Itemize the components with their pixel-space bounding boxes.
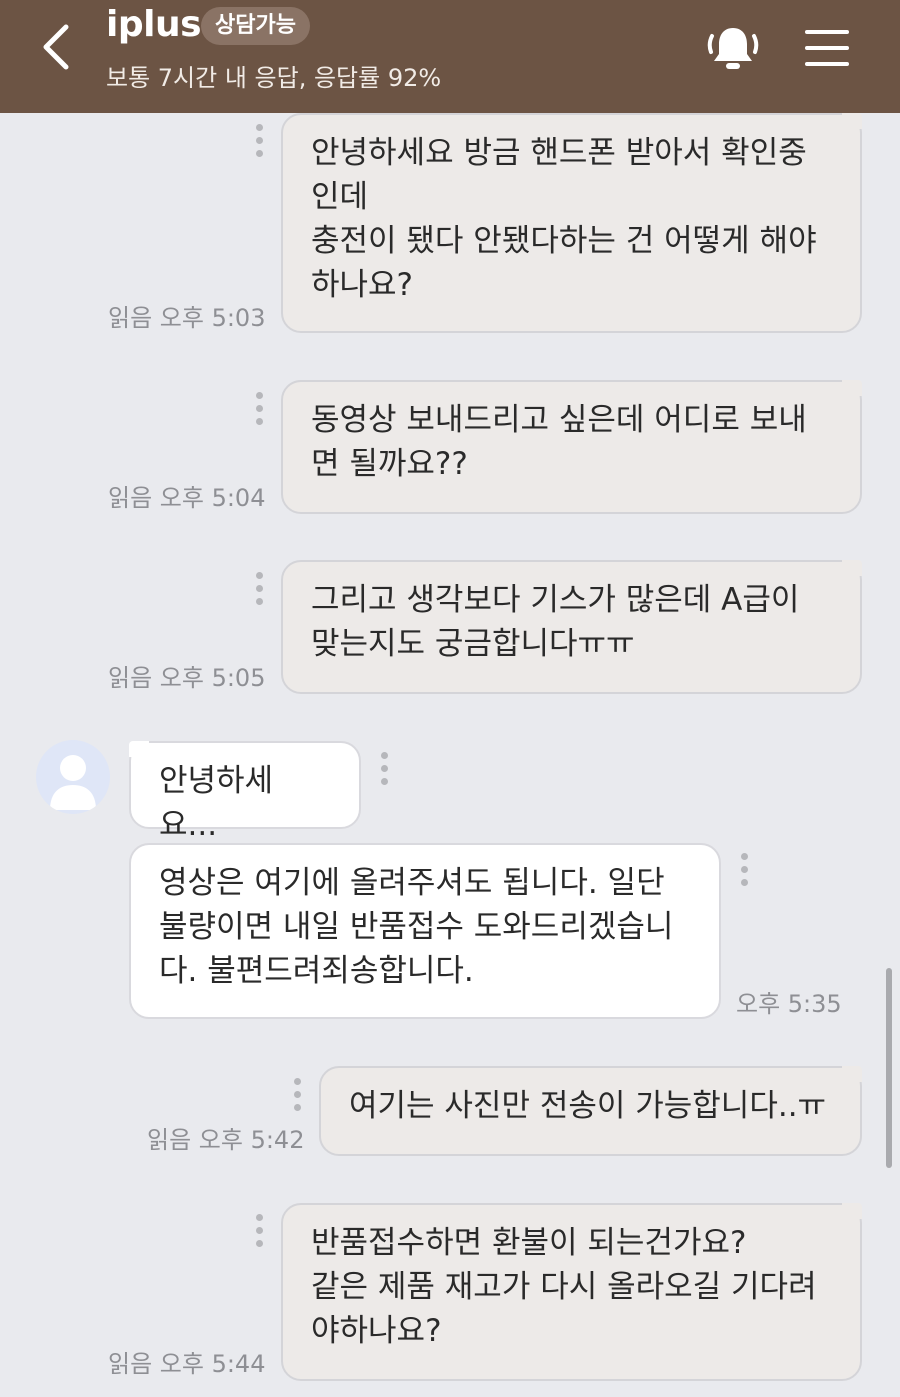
message-line: 충전이 됐다 안됐다하는 건 어떻게 해야	[311, 223, 817, 259]
back-arrow-icon[interactable]	[38, 22, 78, 72]
default-avatar-icon[interactable]	[36, 740, 110, 814]
bell-icon[interactable]	[706, 22, 760, 74]
more-options-icon[interactable]	[289, 1078, 305, 1118]
message-line: 안녕하세요...	[159, 763, 274, 843]
message-status: 읽음 오후 5:04	[108, 484, 266, 512]
incoming-message[interactable]: 안녕하세요...	[129, 741, 361, 843]
incoming-message[interactable]: 영상은 여기에 올려주셔도 됩니다. 일단 불량이면 내일 반품접수 도와드리겠…	[129, 843, 721, 1019]
message-line: 인데	[311, 179, 369, 215]
chat-header: iplus 상담가능 보통 7시간 내 응답, 응답률 92%	[0, 0, 900, 113]
message-line: 맞는지도 궁금합니다ㅠㅠ	[311, 626, 635, 662]
message-line: 같은 제품 재고가 다시 올라오길 기다려	[311, 1269, 817, 1305]
more-options-icon[interactable]	[376, 752, 392, 792]
response-info: 보통 7시간 내 응답, 응답률 92%	[106, 64, 442, 92]
message-line: 다. 불편드려죄송합니다.	[159, 953, 474, 989]
message-line: 그리고 생각보다 기스가 많은데 A급이	[311, 582, 800, 618]
message-status: 읽음 오후 5:44	[108, 1350, 266, 1378]
more-options-icon[interactable]	[736, 853, 752, 893]
message-line: 하나요?	[311, 267, 414, 303]
message-line: 안녕하세요 방금 핸드폰 받아서 확인중	[311, 135, 807, 171]
outgoing-message[interactable]: 안녕하세요 방금 핸드폰 받아서 확인중 인데 충전이 됐다 안됐다하는 건 어…	[281, 113, 862, 333]
message-time: 오후 5:35	[736, 990, 842, 1018]
message-line: 여기는 사진만 전송이 가능합니다..ㅠ	[349, 1088, 827, 1124]
scrollbar[interactable]	[886, 968, 892, 1168]
outgoing-message[interactable]: 동영상 보내드리고 싶은데 어디로 보내 면 될까요??	[281, 380, 862, 514]
more-options-icon[interactable]	[251, 1214, 267, 1254]
message-status: 읽음 오후 5:05	[108, 664, 266, 692]
message-line: 면 될까요??	[311, 446, 468, 482]
message-line: 야하나요?	[311, 1313, 442, 1349]
message-line: 동영상 보내드리고 싶은데 어디로 보내	[311, 402, 807, 438]
message-line: 영상은 여기에 올려주셔도 됩니다. 일단	[159, 865, 665, 901]
outgoing-message[interactable]: 그리고 생각보다 기스가 많은데 A급이 맞는지도 궁금합니다ㅠㅠ	[281, 560, 862, 694]
message-line: 반품접수하면 환불이 되는건가요?	[311, 1225, 747, 1261]
message-status: 읽음 오후 5:03	[108, 304, 266, 332]
message-line: 불량이면 내일 반품접수 도와드리겠습니	[159, 909, 674, 945]
more-options-icon[interactable]	[251, 392, 267, 432]
more-options-icon[interactable]	[251, 124, 267, 164]
hamburger-menu-icon[interactable]	[805, 28, 849, 68]
more-options-icon[interactable]	[251, 572, 267, 612]
message-status: 읽음 오후 5:42	[147, 1126, 305, 1154]
chat-title: iplus	[106, 4, 202, 45]
outgoing-message[interactable]: 반품접수하면 환불이 되는건가요? 같은 제품 재고가 다시 올라오길 기다려 …	[281, 1203, 862, 1381]
status-badge: 상담가능	[201, 7, 310, 45]
outgoing-message[interactable]: 여기는 사진만 전송이 가능합니다..ㅠ	[319, 1066, 862, 1156]
